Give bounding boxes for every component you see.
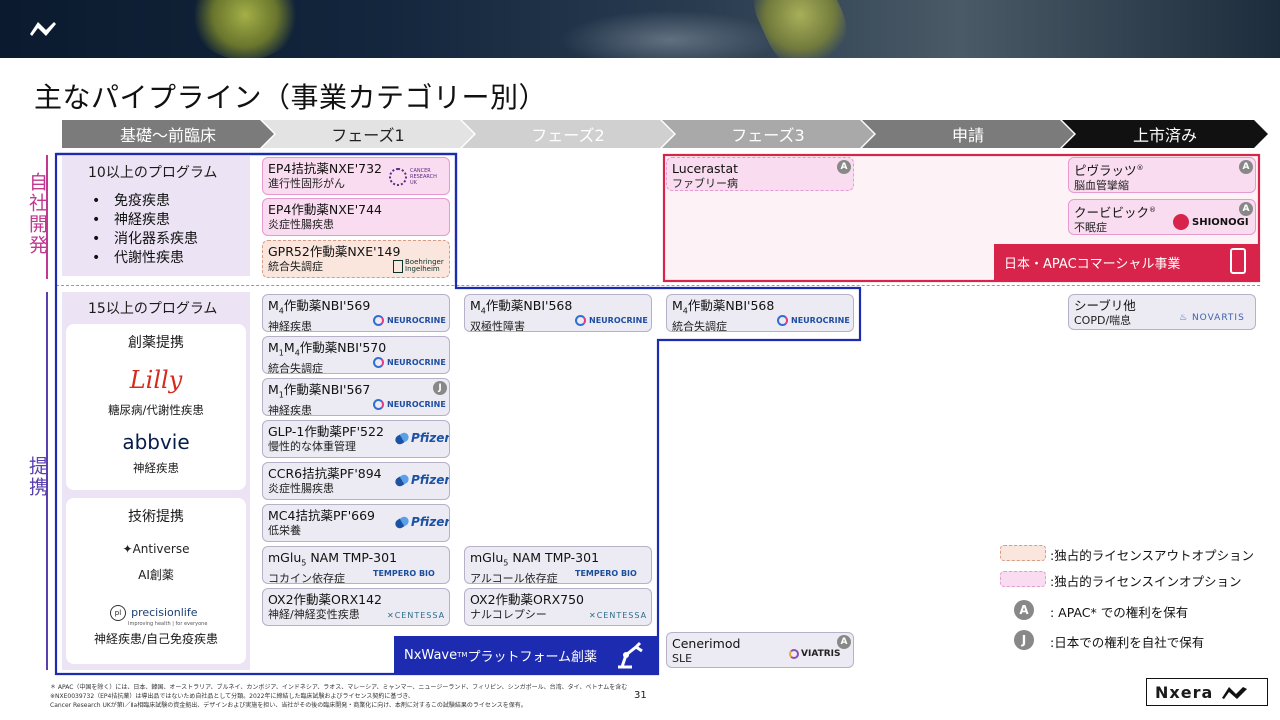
legend-outlicense: :独占的ライセンスアウトオプション (1050, 548, 1254, 563)
tempero-logo: TEMPERO BIO (373, 569, 435, 578)
neurocrine-icon (373, 399, 384, 410)
japan-rights-icon: J (433, 381, 447, 395)
apac-rights-icon: A (1014, 600, 1034, 620)
drug-name: シーブリ他 (1074, 298, 1136, 313)
viatris-logo: VIATRIS (789, 649, 840, 659)
boehringer-logo: Boehringer Ingelheim (393, 259, 444, 273)
pipeline-item-orx142[interactable]: OX2作動薬ORX142 神経/神経変性疾患 ✕CENTESSA (262, 588, 450, 626)
pipeline-item-quviviq[interactable]: クービビック® 不眠症 A SHIONOGI (1068, 199, 1256, 235)
pfizer-logo: Pfizer (393, 472, 449, 488)
neurocrine-logo: NEUROCRINE (777, 315, 850, 326)
pipeline-item-gpr52[interactable]: GPR52作動薬NXE'149 統合失調症 Boehringer Ingelhei… (262, 240, 450, 278)
pfizer-icon (393, 514, 411, 530)
centessa-icon: ✕ (589, 611, 597, 620)
drug-name: OX2作動薬ORX142 (268, 592, 383, 607)
neurocrine-icon (373, 315, 384, 326)
legend-japan: :日本での権利を自社で保有 (1050, 635, 1205, 650)
drug-name: OX2作動薬ORX750 (470, 592, 585, 607)
indication: ファブリー病 (672, 177, 738, 190)
novartis-icon: ♨ (1179, 313, 1192, 323)
nxwave-platform-banner: NxWave TM プラットフォーム創薬 (394, 636, 658, 674)
pipeline-item-nbi568-p3[interactable]: M4作動薬NBI'568 統合失調症 NEUROCRINE (666, 294, 854, 332)
pipeline-item-pf894[interactable]: CCR6拮抗薬PF'894 炎症性腸疾患 Pfizer (262, 462, 450, 500)
legend-inlicense: :独占的ライセンスインオプション (1050, 574, 1242, 589)
neurocrine-icon (777, 315, 788, 326)
pipeline-item-pivlaz[interactable]: ピヴラッツ® 脳血管攣縮 A (1068, 157, 1256, 193)
pipeline-item-orx750[interactable]: OX2作動薬ORX750 ナルコレプシー ✕CENTESSA (464, 588, 652, 626)
nxera-name: Nxera (1155, 682, 1214, 702)
neurocrine-icon (575, 315, 586, 326)
footnote: ＊ APAC（中国を除く）には、日本、韓国、オーストラリア、ブルネイ、カンボジア… (50, 684, 628, 691)
pipeline-item-pf522[interactable]: GLP-1作動薬PF'522 慢性的な体重管理 Pfizer (262, 420, 450, 458)
novartis-logo: ♨ NOVARTIS (1179, 313, 1245, 323)
nxwave-tm: TM (457, 651, 468, 659)
pipeline-item-nbi569[interactable]: M4作動薬NBI'569 神経疾患 NEUROCRINE (262, 294, 450, 332)
commercial-label: 日本・APACコマーシャル事業 (1004, 256, 1181, 272)
pipeline-item-tmp301-p2[interactable]: mGlu5 NAM TMP-301 アルコール依存症 TEMPERO BIO (464, 546, 652, 584)
pipeline-item-pf669[interactable]: MC4拮抗薬PF'669 低栄養 Pfizer (262, 504, 450, 542)
nxera-mark-icon (1222, 687, 1248, 699)
pipeline-item-nbi570[interactable]: M1M4作動薬NBI'570 統合失調症 NEUROCRINE (262, 336, 450, 374)
robot-arm-icon (618, 641, 643, 669)
shionogi-name: SHIONOGI (1192, 216, 1249, 228)
nxwave-suffix: プラットフォーム創薬 (467, 649, 598, 665)
pfizer-logo: Pfizer (393, 430, 449, 446)
pfizer-icon (393, 430, 411, 446)
neurocrine-logo: NEUROCRINE (373, 399, 446, 410)
pipeline-item-ep4-732[interactable]: EP4拮抗薬NXE'732 進行性固形がん CANCER RESEARCH UK (262, 157, 450, 195)
boehringer-icon (393, 259, 403, 273)
indication: 炎症性腸疾患 (268, 218, 334, 231)
apac-rights-icon: A (837, 635, 851, 649)
japan-rights-icon: J (1014, 630, 1034, 650)
shionogi-logo: SHIONOGI (1173, 214, 1249, 230)
pipeline-item-ep4-744[interactable]: EP4作動薬NXE'744 炎症性腸疾患 (262, 198, 450, 236)
footnote: Cancer Research UKが第Ⅰ／Ⅱa相臨床試験の資金拠出、デザインお… (50, 702, 527, 709)
apac-rights-icon: A (1239, 160, 1253, 174)
footnote: ※NXE0039732（EP4拮抗薬）は導出品ではないため自社品として分類。20… (50, 693, 414, 700)
nxera-logo: Nxera (1146, 678, 1268, 706)
pfizer-logo: Pfizer (393, 514, 449, 530)
centessa-logo: ✕CENTESSA (589, 611, 648, 620)
nxwave-label: NxWave (404, 647, 458, 663)
centessa-icon: ✕ (387, 611, 395, 620)
pipeline-item-nbi568-p2[interactable]: M4作動薬NBI'568 双極性障害 NEUROCRINE (464, 294, 652, 332)
page-number: 31 (634, 690, 647, 701)
neurocrine-logo: NEUROCRINE (373, 357, 446, 368)
shionogi-icon (1173, 214, 1189, 230)
medicine-bottle-icon (1230, 248, 1246, 274)
viatris-icon (789, 649, 799, 659)
commercial-banner: 日本・APACコマーシャル事業 (994, 244, 1260, 280)
neurocrine-logo: NEUROCRINE (575, 315, 648, 326)
indication: 脳血管攣縮 (1074, 179, 1129, 193)
drug-name: Lucerastat (672, 161, 739, 176)
pfizer-icon (393, 472, 411, 488)
drug-name: EP4作動薬NXE'744 (268, 202, 382, 217)
neurocrine-icon (373, 357, 384, 368)
pipeline-item-nbi567[interactable]: M1作動薬NBI'567 神経疾患 J NEUROCRINE (262, 378, 450, 416)
cancer-research-name: CANCER RESEARCH UK (410, 168, 437, 186)
boehringer-name: Boehringer Ingelheim (405, 258, 444, 273)
pipeline-item-lucerastat[interactable]: Lucerastat ファブリー病 A (666, 157, 854, 191)
legend-outlicense-swatch (1000, 545, 1046, 561)
tempero-logo: TEMPERO BIO (575, 569, 637, 578)
slide: 主なパイプライン（事業カテゴリー別） 基礎～前臨床 フェーズ1 フェーズ2 フェ… (0, 0, 1280, 720)
neurocrine-logo: NEUROCRINE (373, 315, 446, 326)
apac-rights-icon: A (837, 160, 851, 174)
pipeline-item-seebri[interactable]: シーブリ他 COPD/喘息 ♨ NOVARTIS (1068, 294, 1256, 330)
cancer-research-logo: CANCER RESEARCH UK (389, 168, 437, 186)
drug-name: ピヴラッツ® (1074, 163, 1144, 179)
legend-apac: : APAC* での権利を保有 (1050, 605, 1189, 620)
cancer-research-icon (389, 168, 407, 186)
pipeline-item-cenerimod[interactable]: Cenerimod SLE A VIATRIS (666, 632, 854, 668)
centessa-logo: ✕CENTESSA (387, 611, 446, 620)
legend-inlicense-swatch (1000, 571, 1046, 587)
pipeline-item-tmp301-p1[interactable]: mGlu5 NAM TMP-301 コカイン依存症 TEMPERO BIO (262, 546, 450, 584)
